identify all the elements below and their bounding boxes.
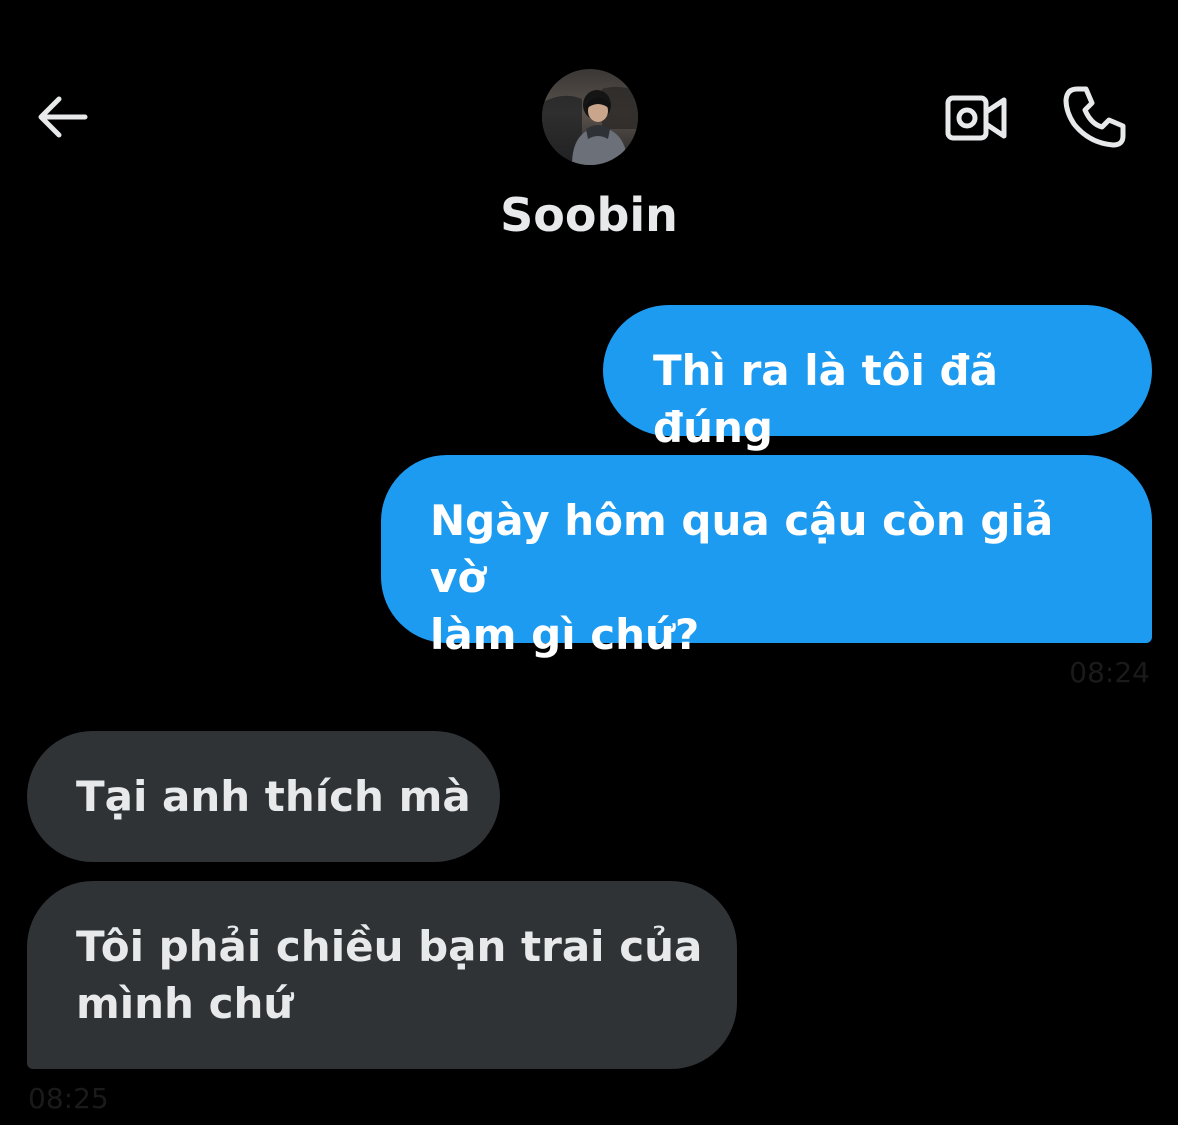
message-bubble-sent[interactable]: Ngày hôm qua cậu còn giả vờ làm gì chứ? <box>381 455 1152 659</box>
message-bubble-received[interactable]: Tôi phải chiều bạn trai của mình chứ <box>27 881 737 1069</box>
message-bubble-sent[interactable]: Thì ra là tôi đã đúng <box>603 305 1152 452</box>
voice-call-button[interactable] <box>1056 82 1132 152</box>
video-camera-icon <box>945 95 1007 141</box>
back-button[interactable] <box>30 88 94 146</box>
message-timestamp: 08:24 <box>1069 656 1150 689</box>
phone-icon <box>1063 86 1126 148</box>
arrow-left-icon <box>38 96 88 138</box>
message-timestamp: 08:25 <box>28 1082 109 1115</box>
video-call-button[interactable] <box>938 86 1014 150</box>
avatar[interactable] <box>542 69 638 165</box>
message-bubble-received[interactable]: Tại anh thích mà <box>27 731 500 862</box>
contact-name[interactable]: Soobin <box>0 186 1178 244</box>
avatar-photo <box>542 69 638 165</box>
